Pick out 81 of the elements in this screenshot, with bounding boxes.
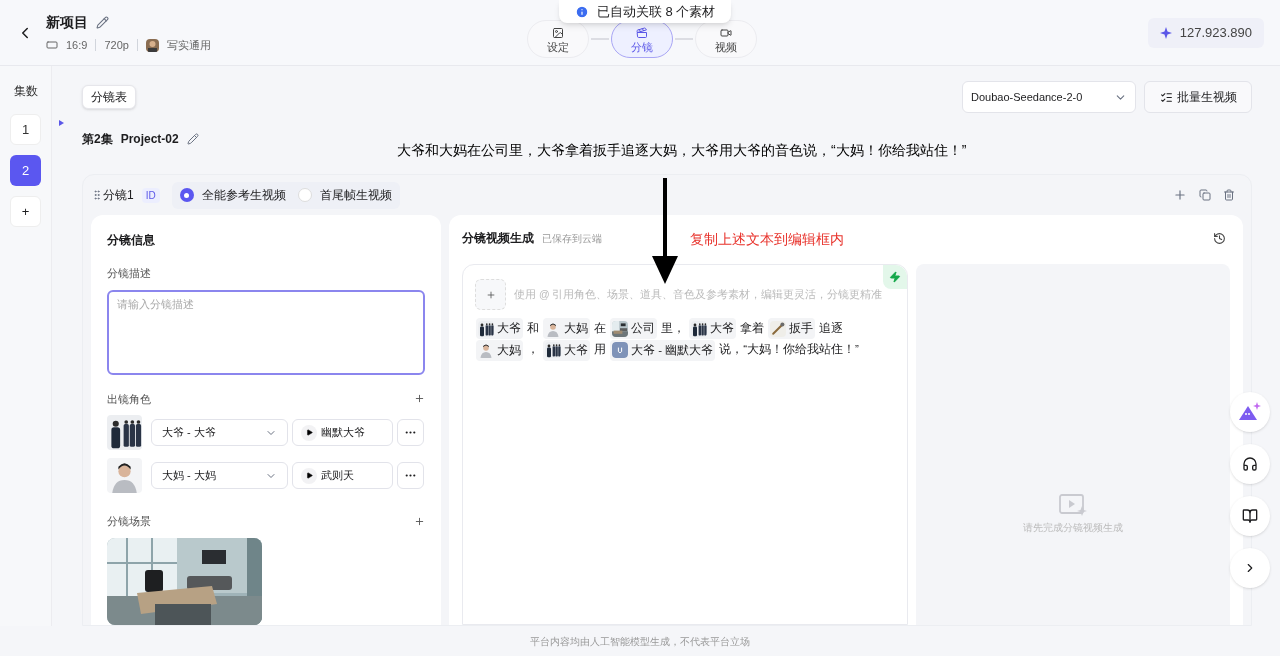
prompt-text: 追逐 <box>819 322 843 334</box>
reference-chip[interactable]: 大爷 <box>689 318 736 340</box>
section-title: 分镜视频生成 <box>462 230 534 247</box>
mode-radio[interactable]: 全能参考生视频 <box>179 186 286 204</box>
credits-badge: 127.923.890 <box>1147 17 1264 48</box>
aspect-ratio-icon <box>46 39 58 51</box>
video-sparkle-icon <box>1059 494 1087 516</box>
voice-button[interactable]: 武则天 <box>292 462 393 489</box>
project-meta: 16:9 <box>66 37 88 53</box>
reference-chip[interactable]: 大爷 <box>476 318 523 340</box>
checklist-icon <box>1159 90 1173 104</box>
section-title: 分镜信息 <box>107 232 156 249</box>
voice-button[interactable]: 幽默大爷 <box>292 419 393 446</box>
reference-chip[interactable]: 大爷 <box>543 339 590 361</box>
reference-chip[interactable]: 扳手 <box>768 318 815 340</box>
reference-chip[interactable]: 大妈 <box>543 318 590 340</box>
lightning-icon[interactable] <box>883 265 907 289</box>
disclaimer-text: 平台内容均由人工智能模型生成，不代表平台立场 <box>530 634 750 649</box>
prompt-text: ， <box>527 343 539 356</box>
annotation-text: 大爷和大妈在公司里，大爷拿着扳手追逐大妈，大爷用大爷的音色说，“大妈！你给我站住！” <box>397 141 967 160</box>
book-icon <box>1242 508 1258 524</box>
role-select[interactable]: 大妈 - 大妈 <box>151 462 288 489</box>
toast: 已自动关联 8 个素材 <box>559 0 732 23</box>
step-tab[interactable]: 设定 <box>527 20 589 58</box>
field-label: 分镜场景 <box>107 514 151 529</box>
delete-icon[interactable] <box>1223 189 1235 201</box>
headset-icon <box>1242 456 1258 472</box>
project-title: 新项目 <box>46 12 88 32</box>
episode-number: 第2集 <box>82 131 113 148</box>
reference-chip[interactable]: 公司 <box>610 318 657 340</box>
mode-radio[interactable]: 首尾帧生视频 <box>297 186 392 204</box>
mountain-sparkle-icon <box>1239 402 1261 422</box>
role-select[interactable]: 大爷 - 大爷 <box>151 419 288 446</box>
play-icon <box>305 472 313 479</box>
field-label: 分镜描述 <box>107 266 152 281</box>
step-icon <box>720 26 732 39</box>
annotation-text: 复制上述文本到编辑框内 <box>690 230 844 249</box>
guide-button[interactable] <box>1230 496 1270 536</box>
reference-chip[interactable]: 大爷 - 幽默大爷 <box>610 339 716 361</box>
prompt-text: 说，“大妈！你给我站住！” <box>719 343 859 356</box>
field-label: 出镜角色 <box>107 391 151 407</box>
episodes-label: 集数 <box>13 83 38 100</box>
drag-handle-icon[interactable] <box>91 189 103 201</box>
prompt-text: 用 <box>594 343 606 356</box>
copy-icon[interactable] <box>1199 189 1211 201</box>
add-icon <box>485 289 496 300</box>
step-tab[interactable]: 视频 <box>695 20 757 58</box>
reference-chip[interactable]: 大妈 <box>476 339 523 361</box>
id-tag: ID <box>141 187 160 203</box>
model-select[interactable]: Doubao-Seedance-2-0 <box>962 81 1136 113</box>
step-icon <box>552 26 564 39</box>
prompt-text: 在 <box>594 322 606 334</box>
prompt-text: 里， <box>661 322 685 334</box>
add-icon[interactable] <box>414 393 425 405</box>
description-field[interactable]: 请输入分镜描述 <box>107 289 425 375</box>
assistant-button[interactable] <box>1230 392 1270 432</box>
support-button[interactable] <box>1230 444 1270 484</box>
project-meta: 写实通用 <box>166 37 211 53</box>
editor-placeholder: 使用 @ 引用角色、场景、道具、音色及参考素材，编辑更灵活，分镜更精准 <box>514 286 883 302</box>
play-icon <box>305 429 313 436</box>
expand-icon[interactable] <box>59 120 64 126</box>
step-icon <box>636 26 648 39</box>
add-episode-button[interactable]: + <box>10 196 41 227</box>
project-meta: 720p <box>104 37 129 53</box>
sparkle-icon <box>1159 26 1172 39</box>
prompt-text: 拿着 <box>740 322 764 334</box>
save-status: 已保存到云端 <box>542 231 602 246</box>
prompt-editor-field[interactable]: 使用 @ 引用角色、场景、道具、音色及参考素材，编辑更灵活，分镜更精准 大爷 和 大妈 在 公司 里， 大爷 拿着 扳手 追逐 大妈 ， 大爷 用 大爷 - 幽默大爷 说，“大妈！你给我站住！” <box>462 264 908 625</box>
info-icon <box>575 4 589 19</box>
episode-tab[interactable]: 2 <box>10 155 41 186</box>
shot-label: 分镜1 <box>103 187 134 204</box>
history-icon[interactable] <box>1213 231 1226 245</box>
voice-tag-icon <box>612 342 628 359</box>
episode-tab[interactable]: 1 <box>10 114 41 145</box>
edit-icon[interactable] <box>96 15 109 29</box>
add-icon[interactable] <box>414 515 425 527</box>
edit-icon[interactable] <box>186 133 199 145</box>
batch-generate-button[interactable]: 批量生视频 <box>1144 81 1252 113</box>
episode-name: Project-02 <box>120 131 179 148</box>
storyboard-table-button[interactable]: 分镜表 <box>82 85 136 109</box>
prompt-text: 和 <box>527 322 539 334</box>
